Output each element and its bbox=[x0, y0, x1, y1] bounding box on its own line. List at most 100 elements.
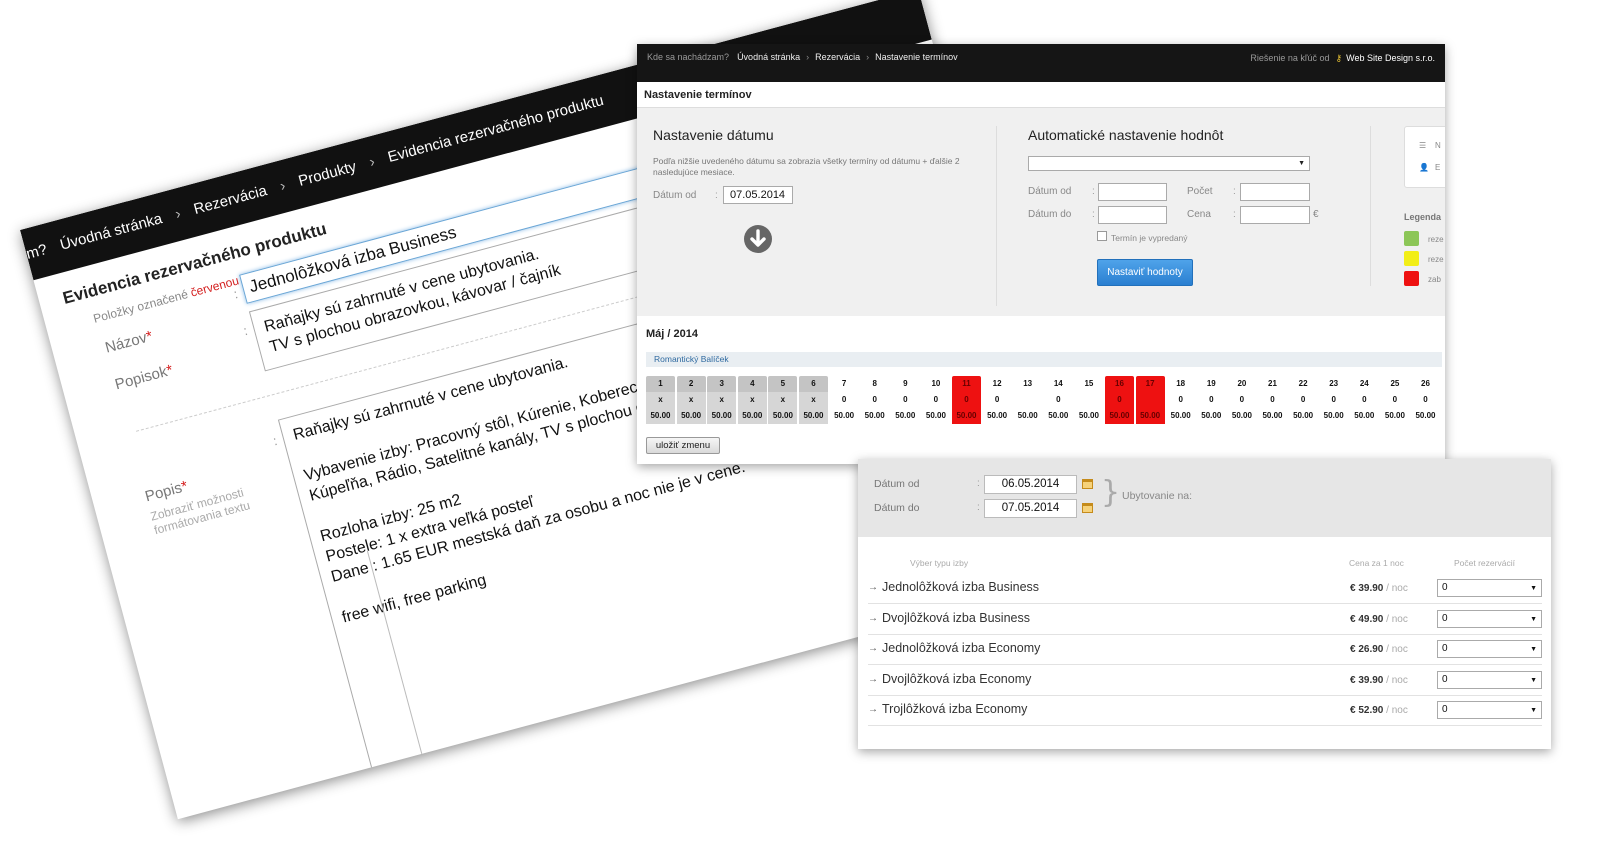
brand-link[interactable]: Web Site Design s.r.o. bbox=[1346, 53, 1435, 63]
breadcrumb-item[interactable]: Produkty bbox=[297, 158, 359, 190]
calendar-day-column[interactable]: 11 0 50.00 bbox=[952, 376, 981, 424]
day-price[interactable]: 50.00 bbox=[707, 408, 737, 424]
calendar-day-column[interactable]: 22 0 50.00 bbox=[1289, 376, 1318, 424]
breadcrumb-item[interactable]: Nastavenie termínov bbox=[875, 52, 958, 62]
day-price[interactable]: 50.00 bbox=[1135, 408, 1165, 424]
day-price[interactable]: 50.00 bbox=[1380, 408, 1409, 424]
calendar-day-column[interactable]: 24 0 50.00 bbox=[1350, 376, 1379, 424]
user-icon[interactable]: 👤 bbox=[1419, 163, 1429, 172]
calendar-day-column[interactable]: 25 0 50.00 bbox=[1380, 376, 1409, 424]
day-price[interactable]: 50.00 bbox=[1074, 408, 1103, 424]
calendar-day-column[interactable]: 17 50.00 bbox=[1135, 376, 1165, 424]
day-quantity[interactable]: 0 bbox=[860, 392, 889, 408]
day-quantity[interactable]: 0 bbox=[1289, 392, 1318, 408]
day-quantity[interactable]: x bbox=[707, 392, 737, 408]
calendar-day-column[interactable]: 26 0 50.00 bbox=[1411, 376, 1440, 424]
breadcrumb-item[interactable]: m? bbox=[24, 241, 49, 263]
calendar-day-column[interactable]: 7 0 50.00 bbox=[830, 376, 859, 424]
calendar-day-column[interactable]: 23 0 50.00 bbox=[1319, 376, 1348, 424]
day-price[interactable]: 50.00 bbox=[646, 408, 675, 424]
room-count-select[interactable]: 0 ▼ bbox=[1437, 701, 1542, 719]
list-icon[interactable]: ☰ bbox=[1419, 141, 1426, 150]
auto-type-select[interactable]: ▼ bbox=[1028, 156, 1310, 171]
day-quantity[interactable]: 0 bbox=[952, 392, 981, 408]
datum-do-input[interactable]: 07.05.2014 bbox=[984, 499, 1077, 518]
calendar-day-column[interactable]: 19 0 50.00 bbox=[1197, 376, 1226, 424]
day-quantity[interactable] bbox=[1013, 392, 1042, 408]
day-quantity[interactable]: x bbox=[676, 392, 706, 408]
day-price[interactable]: 50.00 bbox=[1350, 408, 1379, 424]
room-name[interactable]: Jednolôžková izba Business bbox=[882, 580, 1039, 594]
day-price[interactable]: 50.00 bbox=[1258, 408, 1287, 424]
day-quantity[interactable]: 0 bbox=[1411, 392, 1440, 408]
day-quantity[interactable]: 0 bbox=[1258, 392, 1287, 408]
day-quantity[interactable]: 0 bbox=[1044, 392, 1073, 408]
breadcrumb-item[interactable]: Úvodná stránka bbox=[58, 210, 164, 254]
day-quantity[interactable]: x bbox=[799, 392, 828, 408]
day-quantity[interactable]: x bbox=[737, 392, 767, 408]
room-name[interactable]: Jednolôžková izba Economy bbox=[882, 641, 1040, 655]
calendar-day-column[interactable]: 8 0 50.00 bbox=[860, 376, 889, 424]
day-price[interactable]: 50.00 bbox=[891, 408, 920, 424]
breadcrumb-item[interactable]: Úvodná stránka bbox=[737, 52, 800, 62]
room-count-select[interactable]: 0 ▼ bbox=[1437, 609, 1542, 628]
calendar-day-column[interactable]: 13 50.00 bbox=[1013, 376, 1042, 424]
arrow-down-circle-icon[interactable] bbox=[743, 224, 773, 254]
day-price[interactable]: 50.00 bbox=[952, 408, 981, 424]
room-name[interactable]: Dvojlôžková izba Business bbox=[882, 611, 1030, 625]
day-price[interactable]: 50.00 bbox=[1166, 408, 1195, 424]
day-quantity[interactable] bbox=[1074, 392, 1103, 408]
calendar-day-column[interactable]: 14 0 50.00 bbox=[1044, 376, 1073, 424]
day-quantity[interactable]: 0 bbox=[983, 392, 1012, 408]
auto-datum-od-input[interactable] bbox=[1098, 183, 1167, 201]
day-quantity[interactable]: 0 bbox=[1350, 392, 1379, 408]
calendar-day-column[interactable]: 1 x 50.00 bbox=[646, 376, 675, 424]
day-price[interactable]: 50.00 bbox=[1197, 408, 1226, 424]
day-price[interactable]: 50.00 bbox=[860, 408, 889, 424]
calendar-day-column[interactable]: 10 0 50.00 bbox=[921, 376, 950, 424]
breadcrumb-item[interactable]: Rezervácia bbox=[192, 182, 269, 218]
calendar-day-column[interactable]: 2 x 50.00 bbox=[676, 376, 706, 424]
day-price[interactable]: 50.00 bbox=[1013, 408, 1042, 424]
day-quantity[interactable]: 0 bbox=[891, 392, 920, 408]
day-quantity[interactable]: x bbox=[646, 392, 675, 408]
room-name[interactable]: Dvojlôžková izba Economy bbox=[882, 672, 1031, 686]
day-quantity[interactable]: x bbox=[768, 392, 798, 408]
package-name[interactable]: Romantický Balíček bbox=[646, 352, 1442, 367]
calendar-day-column[interactable]: 18 0 50.00 bbox=[1166, 376, 1195, 424]
calendar-day-column[interactable]: 4 x 50.00 bbox=[737, 376, 767, 424]
day-price[interactable]: 50.00 bbox=[799, 408, 828, 424]
breadcrumb-item[interactable]: Rezervácia bbox=[815, 52, 860, 62]
auto-datum-do-input[interactable] bbox=[1098, 206, 1167, 224]
day-quantity[interactable]: 0 bbox=[1319, 392, 1348, 408]
calendar-day-column[interactable]: 9 0 50.00 bbox=[891, 376, 920, 424]
room-name[interactable]: Trojlôžková izba Economy bbox=[882, 702, 1027, 716]
calendar-icon[interactable] bbox=[1082, 503, 1093, 513]
day-price[interactable]: 50.00 bbox=[1411, 408, 1440, 424]
save-changes-button[interactable]: uložiť zmenu bbox=[646, 437, 720, 454]
set-values-button[interactable]: Nastaviť hodnoty bbox=[1097, 259, 1193, 286]
day-quantity[interactable]: 0 bbox=[1227, 392, 1256, 408]
day-price[interactable]: 50.00 bbox=[676, 408, 706, 424]
room-count-select[interactable]: 0 ▼ bbox=[1437, 640, 1542, 658]
calendar-icon[interactable] bbox=[1082, 479, 1093, 489]
day-quantity[interactable]: 0 bbox=[921, 392, 950, 408]
day-price[interactable]: 50.00 bbox=[830, 408, 859, 424]
day-price[interactable]: 50.00 bbox=[768, 408, 798, 424]
day-price[interactable]: 50.00 bbox=[921, 408, 950, 424]
day-quantity[interactable]: 0 bbox=[1105, 392, 1134, 408]
datum-od-input[interactable]: 07.05.2014 bbox=[723, 186, 793, 204]
calendar-day-column[interactable]: 15 50.00 bbox=[1074, 376, 1103, 424]
day-quantity[interactable]: 0 bbox=[1166, 392, 1195, 408]
pocet-input[interactable] bbox=[1240, 183, 1310, 201]
room-count-select[interactable]: 0 ▼ bbox=[1437, 579, 1542, 597]
calendar-day-column[interactable]: 20 0 50.00 bbox=[1227, 376, 1256, 424]
calendar-day-column[interactable]: 16 0 50.00 bbox=[1105, 376, 1134, 424]
calendar-day-column[interactable]: 3 x 50.00 bbox=[707, 376, 737, 424]
day-price[interactable]: 50.00 bbox=[737, 408, 767, 424]
side-menu-item[interactable]: N bbox=[1435, 141, 1441, 150]
datum-od-input[interactable]: 06.05.2014 bbox=[984, 475, 1077, 494]
calendar-day-column[interactable]: 6 x 50.00 bbox=[799, 376, 828, 424]
day-price[interactable]: 50.00 bbox=[983, 408, 1012, 424]
sold-out-checkbox[interactable] bbox=[1097, 231, 1107, 241]
